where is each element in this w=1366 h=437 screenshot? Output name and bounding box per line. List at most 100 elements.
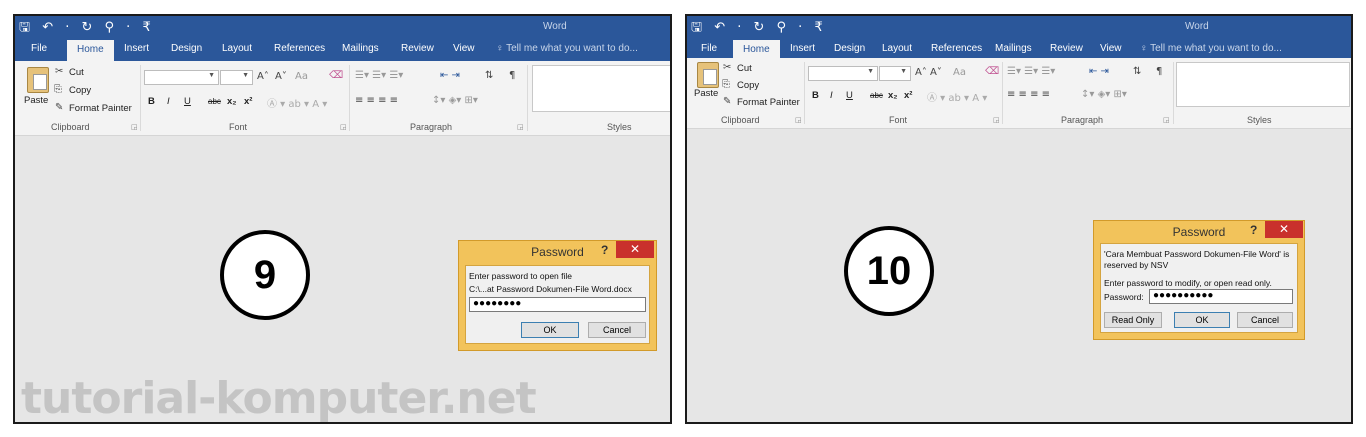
screenshot-panel-step-10: 🖫 ↶ · ↻ ⚲ · ₹ Word File Home Insert Desi… <box>685 14 1353 424</box>
superscript-button[interactable]: x² <box>904 90 912 101</box>
paragraph-group-label: Paragraph <box>410 122 453 132</box>
password-dialog: Password ? ✕ Enter password to open file… <box>458 240 657 351</box>
subscript-button[interactable]: x₂ <box>888 90 898 101</box>
tab-insert[interactable]: Insert <box>124 43 149 54</box>
styles-gallery[interactable] <box>1176 62 1350 107</box>
copy-button[interactable]: Copy <box>69 85 91 96</box>
cut-icon: ✂ <box>723 62 732 73</box>
line-spacing-icon[interactable]: ↕▾ ◈▾ ⊞▾ <box>432 95 478 106</box>
paste-clipboard-icon[interactable] <box>27 67 49 93</box>
font-size-combo[interactable]: ▼ <box>879 66 911 81</box>
dialog-body: Enter password to open file C:\...at Pas… <box>465 265 650 344</box>
help-icon[interactable]: ? <box>1250 223 1257 237</box>
tab-review[interactable]: Review <box>401 43 434 54</box>
paste-clipboard-icon[interactable] <box>697 62 719 88</box>
list-bullets-icon[interactable]: ☰▾ ☰▾ ☰▾ <box>1007 66 1055 77</box>
grow-font-icon[interactable]: A˄ <box>257 71 269 82</box>
clipboard-launcher-icon[interactable]: ◲ <box>795 116 802 124</box>
quick-access-toolbar[interactable]: 🖫 ↶ · ↻ ⚲ · ₹ <box>19 18 155 40</box>
cancel-button[interactable]: Cancel <box>1237 312 1293 328</box>
indent-icon[interactable]: ⇤ ⇥ <box>440 70 460 81</box>
cut-button[interactable]: Cut <box>69 67 84 78</box>
font-launcher-icon[interactable]: ◲ <box>993 116 1000 124</box>
tab-review[interactable]: Review <box>1050 43 1083 54</box>
dialog-reserved-by: reserved by NSV <box>1104 260 1169 270</box>
tab-design[interactable]: Design <box>171 43 202 54</box>
clipboard-launcher-icon[interactable]: ◲ <box>131 123 138 131</box>
subscript-button[interactable]: x₂ <box>227 96 237 107</box>
tab-mailings[interactable]: Mailings <box>342 43 379 54</box>
tab-home[interactable]: Home <box>67 40 114 61</box>
group-divider <box>349 65 350 131</box>
italic-button[interactable]: I <box>830 90 833 101</box>
tab-view[interactable]: View <box>1100 43 1122 54</box>
tab-view[interactable]: View <box>453 43 475 54</box>
superscript-button[interactable]: x² <box>244 96 252 107</box>
tab-mailings[interactable]: Mailings <box>995 43 1032 54</box>
paste-button[interactable]: Paste <box>24 95 48 106</box>
pilcrow-icon[interactable]: ¶ <box>1156 66 1162 77</box>
change-case-icon[interactable]: Aa <box>295 71 308 82</box>
format-painter-button[interactable]: Format Painter <box>69 103 132 114</box>
bold-button[interactable]: B <box>812 90 819 101</box>
strikethrough-button[interactable]: abc <box>208 97 221 106</box>
change-case-icon[interactable]: Aa <box>953 67 966 78</box>
underline-button[interactable]: U <box>184 96 191 107</box>
text-effects-icon[interactable]: Ⓐ ▾ ab ▾ A ▾ <box>927 89 987 104</box>
ok-button[interactable]: OK <box>1174 312 1230 328</box>
chevron-down-icon: ▼ <box>208 72 215 79</box>
grow-shrink-font-icons[interactable]: A˄ A˅ <box>915 67 942 78</box>
tab-layout[interactable]: Layout <box>222 43 252 54</box>
text-effects-icon[interactable]: Ⓐ ▾ ab ▾ A ▾ <box>267 95 327 110</box>
strikethrough-button[interactable]: abc <box>870 91 883 100</box>
align-icons[interactable]: ≡ ≡ ≡ ≡ <box>355 95 398 106</box>
tab-references[interactable]: References <box>274 43 325 54</box>
tab-file[interactable]: File <box>31 43 47 54</box>
pilcrow-icon[interactable]: ¶ <box>509 70 515 81</box>
copy-button[interactable]: Copy <box>737 80 759 91</box>
tab-file[interactable]: File <box>701 43 717 54</box>
underline-button[interactable]: U <box>846 90 853 101</box>
clear-formatting-icon[interactable]: ⌫ <box>329 70 343 81</box>
line-spacing-icon[interactable]: ↕▾ ◈▾ ⊞▾ <box>1081 89 1127 100</box>
cancel-button[interactable]: Cancel <box>588 322 646 338</box>
list-bullets-icon[interactable]: ☰▾ ☰▾ ☰▾ <box>355 70 403 81</box>
bold-button[interactable]: B <box>148 96 155 107</box>
tab-design[interactable]: Design <box>834 43 865 54</box>
tab-layout[interactable]: Layout <box>882 43 912 54</box>
dialog-file-path: C:\...at Password Dokumen-File Word.docx <box>469 284 632 294</box>
tab-insert[interactable]: Insert <box>790 43 815 54</box>
read-only-button[interactable]: Read Only <box>1104 312 1162 328</box>
font-name-combo[interactable]: ▼ <box>808 66 878 81</box>
close-icon[interactable]: ✕ <box>1265 221 1303 238</box>
align-icons[interactable]: ≡ ≡ ≡ ≡ <box>1007 89 1050 100</box>
styles-gallery[interactable] <box>532 65 670 112</box>
paste-button[interactable]: Paste <box>694 88 718 99</box>
tab-home[interactable]: Home <box>733 40 780 58</box>
paragraph-launcher-icon[interactable]: ◲ <box>517 123 524 131</box>
format-painter-button[interactable]: Format Painter <box>737 97 800 108</box>
dialog-reserved-message: 'Cara Membuat Password Dokumen-File Word… <box>1104 249 1290 259</box>
cut-icon: ✂ <box>55 66 64 77</box>
paragraph-launcher-icon[interactable]: ◲ <box>1163 116 1170 124</box>
quick-access-toolbar[interactable]: 🖫 ↶ · ↻ ⚲ · ₹ <box>691 18 827 40</box>
group-divider <box>1002 62 1003 124</box>
font-launcher-icon[interactable]: ◲ <box>340 123 347 131</box>
tab-references[interactable]: References <box>931 43 982 54</box>
font-name-combo[interactable]: ▼ <box>144 70 219 85</box>
italic-button[interactable]: I <box>167 96 170 107</box>
tell-me-search[interactable]: ♀ Tell me what you want to do... <box>496 43 638 54</box>
sort-icon[interactable]: ⇅ <box>1133 66 1141 77</box>
shrink-font-icon[interactable]: A˅ <box>275 71 287 82</box>
password-input[interactable]: ●●●●●●●●●● <box>1149 289 1293 304</box>
cut-button[interactable]: Cut <box>737 63 752 74</box>
help-icon[interactable]: ? <box>601 243 608 257</box>
close-icon[interactable]: ✕ <box>616 241 654 258</box>
password-input[interactable]: ●●●●●●●● <box>469 297 646 312</box>
font-size-combo[interactable]: ▼ <box>220 70 253 85</box>
ok-button[interactable]: OK <box>521 322 579 338</box>
tell-me-search[interactable]: ♀ Tell me what you want to do... <box>1140 43 1282 54</box>
clear-formatting-icon[interactable]: ⌫ <box>985 66 999 77</box>
indent-icon[interactable]: ⇤ ⇥ <box>1089 66 1109 77</box>
sort-icon[interactable]: ⇅ <box>485 70 493 81</box>
